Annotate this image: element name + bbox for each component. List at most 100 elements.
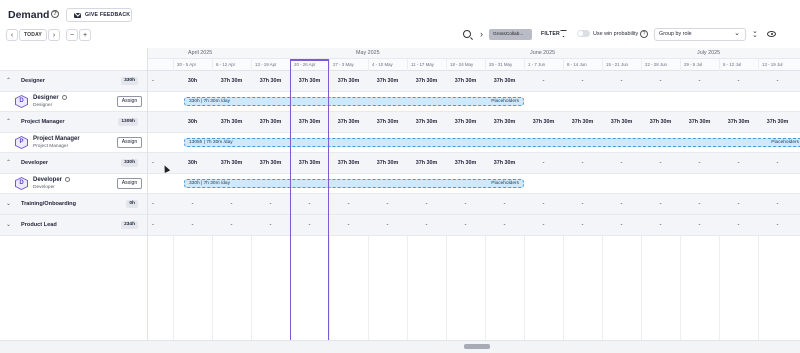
chevron-right-icon[interactable]: › — [480, 29, 483, 39]
today-button[interactable]: TODAY — [19, 29, 47, 41]
filter-chip[interactable]: GrossCollab... — [489, 29, 532, 40]
group-label: Designer — [21, 78, 45, 84]
info-icon[interactable] — [65, 177, 71, 182]
search-icon[interactable] — [463, 30, 471, 38]
group-row-designer-cells: - 30h 37h 30m 37h 30m 37h 30m 37h 30m 37h 30m 3… — [148, 71, 800, 92]
give-feedback-label: GIVE FEEDBACK — [85, 12, 131, 18]
cell-value: 37h 30m — [727, 119, 750, 125]
chevron-up-icon[interactable]: ⌃ — [6, 118, 11, 125]
person-role: Designer — [33, 103, 53, 108]
cell-value: - — [425, 201, 428, 207]
cell-value: - — [776, 78, 779, 84]
allocation-bar[interactable]: 1305h | 7h 30m /day Placeholders — [184, 138, 800, 147]
chevron-down-icon[interactable]: ⌄ — [6, 200, 11, 207]
info-icon[interactable] — [61, 95, 67, 100]
month-label: July 2025 — [697, 50, 721, 56]
cell-value: - — [542, 201, 545, 207]
cell-value: 37h 30m — [298, 78, 321, 84]
week-label: 1 - 7 Jun — [528, 62, 546, 67]
next-period-button[interactable]: › — [48, 29, 60, 41]
win-probability-label: Use win probability — [593, 31, 639, 37]
cell-value: - — [503, 222, 506, 228]
avatar: P — [15, 136, 28, 149]
group-by-select[interactable]: Group by role ⌄ — [654, 28, 746, 41]
allocation-bar[interactable]: 330h | 7h 30m /day Placeholders — [184, 97, 524, 106]
chevron-up-icon[interactable]: ⌃ — [6, 159, 11, 166]
assign-button[interactable]: Assign — [117, 178, 142, 189]
cell-value: - — [698, 201, 701, 207]
person-row-designer-cells: 330h | 7h 30m /day Placeholders — [148, 92, 800, 112]
hours-badge: 0h — [126, 200, 138, 208]
cell-value: - — [269, 201, 272, 207]
group-label: Developer — [21, 160, 49, 166]
cell-value: 37h 30m — [376, 119, 399, 125]
hours-badge: 1305h — [118, 118, 138, 126]
cell-value: 37h 30m — [532, 119, 555, 125]
cell-value: 37h 30m — [454, 160, 477, 166]
person-name: Designer — [33, 95, 67, 101]
info-icon[interactable]: ? — [640, 30, 648, 38]
cell-value: 37h 30m — [259, 119, 282, 125]
group-row-product-lead[interactable]: ⌄ Product Lead 234h — [0, 215, 147, 236]
cell-value: - — [308, 201, 311, 207]
cell-value: 37h 30m — [415, 78, 438, 84]
allocation-bar-type: Placeholders — [491, 181, 519, 186]
cell-value: - — [308, 222, 311, 228]
cell-value: - — [542, 160, 545, 166]
filter-button[interactable]: FILTER — [541, 31, 560, 37]
cell-value: 37h 30m — [220, 160, 243, 166]
group-row-designer[interactable]: ⌃ Designer 330h — [0, 71, 147, 92]
week-label: 29 - 5 Jul — [684, 62, 703, 67]
month-label: May 2025 — [356, 50, 380, 56]
cell-value: - — [620, 222, 623, 228]
zoom-in-button[interactable]: + — [79, 29, 91, 41]
eye-icon[interactable] — [767, 31, 776, 37]
cell-value: - — [464, 222, 467, 228]
allocation-bar-label: 330h | 7h 30m /day — [189, 181, 230, 186]
cell-value: - — [776, 201, 779, 207]
collapse-all-icon[interactable]: ⌄ ⌄ — [752, 28, 758, 39]
hours-badge: 330h — [121, 159, 138, 167]
zoom-out-button[interactable]: − — [66, 29, 78, 41]
cell-value: 37h 30m — [415, 119, 438, 125]
week-label: 25 - 31 May — [489, 62, 513, 67]
give-feedback-button[interactable]: GIVE FEEDBACK — [66, 8, 132, 22]
assign-button[interactable]: Assign — [117, 137, 142, 148]
group-row-project-manager[interactable]: ⌃ Project Manager 1305h — [0, 112, 147, 133]
chevron-up-icon[interactable]: ⌃ — [6, 77, 11, 84]
cell-value: 37h 30m — [259, 160, 282, 166]
cell-value: - — [191, 201, 194, 207]
prev-period-button[interactable]: ‹ — [6, 29, 18, 41]
cell-value: - — [581, 78, 584, 84]
hours-badge: 330h — [121, 77, 138, 85]
cell-value: - — [659, 78, 662, 84]
group-by-value: Group by role — [659, 31, 692, 37]
win-probability-toggle[interactable] — [577, 30, 590, 37]
week-header: 30 - 5 Apr 6 - 12 Apr 13 - 19 Apr 20 - 26 A… — [148, 59, 800, 71]
cell-value: 37h 30m — [454, 119, 477, 125]
cell-value: - — [230, 201, 233, 207]
cell-value: 37h 30m — [376, 160, 399, 166]
cell-value: 37h 30m — [493, 119, 516, 125]
cell-value: 37h 30m — [337, 78, 360, 84]
cell-value: - — [581, 160, 584, 166]
cell-value: - — [347, 222, 350, 228]
horizontal-scrollbar[interactable] — [0, 340, 800, 353]
group-label: Product Lead — [21, 222, 57, 228]
cell-value: 37h 30m — [493, 160, 516, 166]
cell-value: - — [386, 222, 389, 228]
cell-value: - — [737, 222, 740, 228]
chevron-down-icon[interactable]: ⌄ — [6, 221, 11, 228]
group-row-training[interactable]: ⌄ Training/Onboarding 0h — [0, 194, 147, 215]
month-label: June 2025 — [530, 50, 556, 56]
group-label: Project Manager — [21, 119, 65, 125]
group-row-developer[interactable]: ⌃ Developer 330h — [0, 153, 147, 174]
assign-button[interactable]: Assign — [117, 96, 142, 107]
scrollbar-thumb[interactable] — [464, 344, 490, 349]
filter-icon[interactable] — [560, 30, 567, 37]
cell-value: - — [152, 222, 154, 228]
cell-value: - — [152, 78, 154, 84]
cell-value: - — [542, 222, 545, 228]
help-icon[interactable]: ? — [51, 10, 59, 18]
allocation-bar[interactable]: 330h | 7h 30m /day Placeholders — [184, 179, 524, 188]
